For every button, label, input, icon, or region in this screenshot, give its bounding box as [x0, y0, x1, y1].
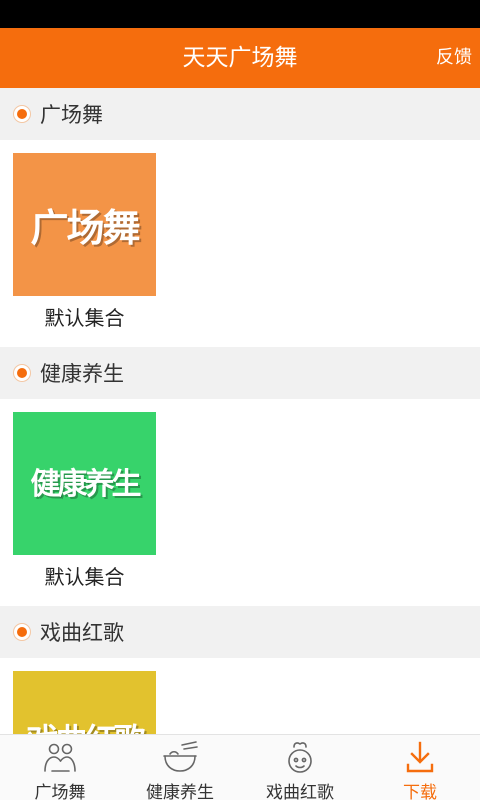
collection-cover-image: 广场舞	[13, 153, 156, 296]
collection-tile[interactable]: 广场舞 默认集合	[13, 153, 156, 334]
feedback-button[interactable]: 反馈	[436, 28, 472, 88]
collection-tile[interactable]: 戏曲红歌	[13, 671, 156, 734]
dancers-icon	[44, 743, 76, 772]
collection-tile[interactable]: 健康养生 默认集合	[13, 412, 156, 593]
app-title: 天天广场舞	[182, 45, 298, 71]
section-title: 广场舞	[40, 103, 103, 127]
section-header-opera: 戏曲红歌	[0, 606, 480, 658]
content-list[interactable]: 广场舞 广场舞 默认集合 健康养生 健康养生 默认集合 戏曲红歌 戏曲红歌	[0, 88, 480, 734]
nav-tab-square-dance[interactable]: 广场舞	[0, 735, 120, 800]
collection-caption: 默认集合	[44, 565, 125, 589]
section-bullet-icon	[13, 105, 31, 123]
cover-lettering: 戏曲红歌	[13, 715, 156, 734]
collection-cover-image: 健康养生	[13, 412, 156, 555]
section-bullet-icon	[13, 364, 31, 382]
cover-lettering: 广场舞	[30, 206, 140, 250]
nav-label: 健康养生	[146, 783, 214, 800]
section-header-health: 健康养生	[0, 347, 480, 399]
cover-lettering: 健康养生	[30, 467, 142, 502]
nav-label: 广场舞	[34, 783, 86, 800]
mic-badge-icon	[288, 742, 312, 773]
section-title: 戏曲红歌	[40, 621, 124, 645]
nav-tab-health[interactable]: 健康养生	[120, 735, 240, 800]
bottom-nav: 广场舞 健康养生 戏曲红歌 下载	[0, 734, 480, 800]
download-icon	[406, 741, 434, 773]
app-header: 天天广场舞 反馈	[0, 28, 480, 88]
section-body-square-dance: 广场舞 默认集合	[0, 140, 480, 347]
section-title: 健康养生	[40, 362, 124, 386]
nav-label: 戏曲红歌	[266, 783, 334, 800]
section-body-health: 健康养生 默认集合	[0, 399, 480, 606]
status-bar	[0, 0, 480, 28]
nav-tab-download[interactable]: 下载	[360, 735, 480, 800]
section-header-square-dance: 广场舞	[0, 88, 480, 140]
collection-caption: 默认集合	[44, 306, 125, 330]
section-bullet-icon	[13, 623, 31, 641]
nav-label: 下载	[403, 783, 437, 800]
nav-tab-opera[interactable]: 戏曲红歌	[240, 735, 360, 800]
bowl-icon	[163, 741, 198, 772]
collection-cover-image: 戏曲红歌	[13, 671, 156, 734]
section-body-opera: 戏曲红歌	[0, 658, 480, 734]
